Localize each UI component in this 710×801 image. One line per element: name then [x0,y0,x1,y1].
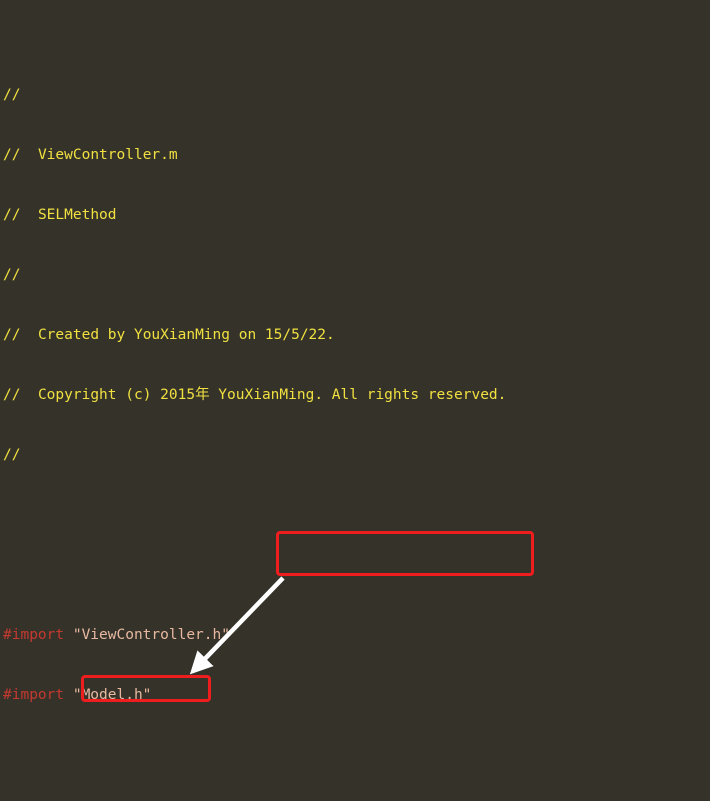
comment-spacer [20,327,37,343]
comment-token: // [3,87,21,103]
comment-copyright: Copyright (c) 2015年 YouXianMing. All rig… [37,387,507,403]
import-path-viewcontroller: "ViewController.h" [72,627,230,643]
code-line: // ViewController.m [3,145,710,165]
comment-token: // [3,267,21,283]
code-line: // Copyright (c) 2015年 YouXianMing. All … [3,385,710,405]
import-directive: #import [3,627,65,643]
comment-filename: ViewController.m [37,147,178,163]
code-line: #import "ViewController.h" [3,625,710,645]
code-line: #import "Model.h" [3,685,710,705]
code-line: // SELMethod [3,205,710,225]
comment-spacer [20,147,37,163]
comment-created-by: Created by YouXianMing on 15/5/22. [37,327,335,343]
code-line: // Created by YouXianMing on 15/5/22. [3,325,710,345]
comment-token: // [3,327,21,343]
source-code: // // ViewController.m // SELMethod // /… [0,0,710,801]
comment-projectname: SELMethod [37,207,117,223]
code-line: // [3,265,710,285]
import-directive: #import [3,687,65,703]
comment-spacer [20,207,37,223]
code-line: // [3,445,710,465]
code-editor-pane[interactable]: // // ViewController.m // SELMethod // /… [0,0,710,801]
comment-spacer [20,387,37,403]
comment-token: // [3,447,21,463]
comment-token: // [3,207,21,223]
code-line: // [3,85,710,105]
comment-token: // [3,387,21,403]
comment-token: // [3,147,21,163]
import-path-model: "Model.h" [72,687,152,703]
